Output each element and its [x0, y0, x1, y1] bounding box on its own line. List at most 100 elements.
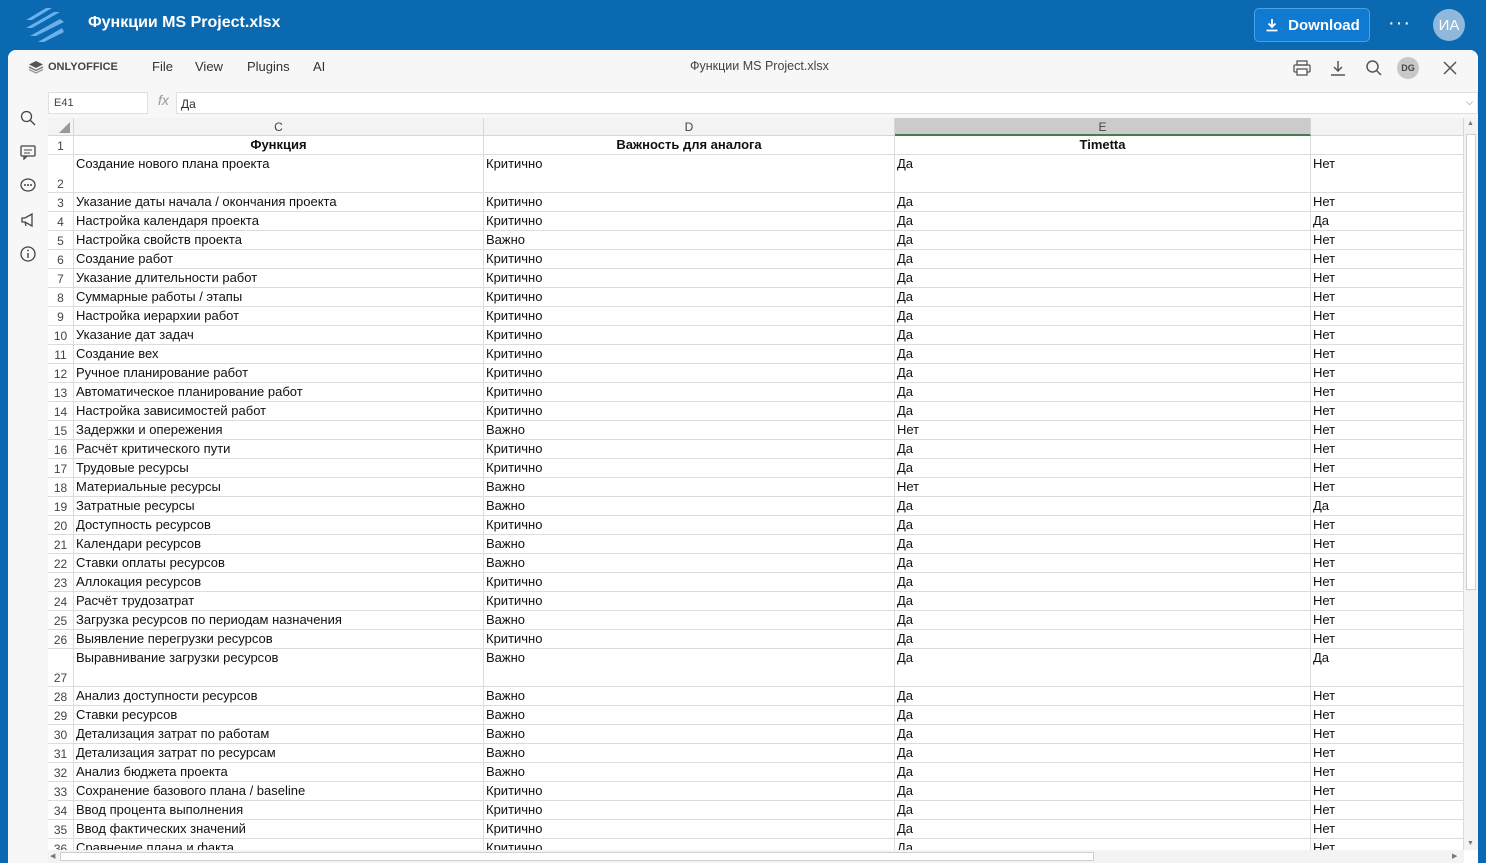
cell-function[interactable]: Затратные ресурсы	[74, 497, 484, 515]
cell-f[interactable]: Нет	[1311, 440, 1464, 458]
cell-importance[interactable]: Критично	[484, 459, 895, 477]
cell-f[interactable]: Да	[1311, 212, 1464, 230]
cell-function[interactable]: Ставки ресурсов	[74, 706, 484, 724]
vertical-scroll-thumb[interactable]	[1466, 134, 1476, 590]
cell-function[interactable]: Выявление перегрузки ресурсов	[74, 630, 484, 648]
cell-timetta[interactable]: Да	[895, 630, 1311, 648]
cell-function[interactable]: Выравнивание загрузки ресурсов	[74, 649, 484, 686]
cell-f[interactable]: Нет	[1311, 250, 1464, 268]
cell-function[interactable]: Создание работ	[74, 250, 484, 268]
cell-importance[interactable]: Важно	[484, 744, 895, 762]
row-number[interactable]: 18	[48, 478, 74, 496]
cell-importance[interactable]: Критично	[484, 364, 895, 382]
cell-timetta[interactable]: Да	[895, 402, 1311, 420]
cell-importance[interactable]: Критично	[484, 307, 895, 325]
search-icon[interactable]	[18, 108, 38, 128]
cell-importance[interactable]: Критично	[484, 193, 895, 211]
row-number[interactable]: 32	[48, 763, 74, 781]
row-number[interactable]: 16	[48, 440, 74, 458]
cell-importance[interactable]: Важно	[484, 687, 895, 705]
row-number[interactable]: 13	[48, 383, 74, 401]
cell-function[interactable]: Календари ресурсов	[74, 535, 484, 553]
cell-timetta[interactable]: Да	[895, 155, 1311, 192]
cell-importance[interactable]: Критично	[484, 573, 895, 591]
cell-importance[interactable]: Критично	[484, 212, 895, 230]
cell-importance[interactable]: Критично	[484, 820, 895, 838]
cell-timetta[interactable]: Да	[895, 516, 1311, 534]
cell-f[interactable]: Нет	[1311, 611, 1464, 629]
app-logo-icon[interactable]	[24, 6, 66, 44]
more-options-button[interactable]: ···	[1388, 12, 1411, 35]
cell-importance[interactable]: Критично	[484, 383, 895, 401]
row-number[interactable]: 12	[48, 364, 74, 382]
cell-f[interactable]: Нет	[1311, 763, 1464, 781]
cell-importance[interactable]: Важно	[484, 706, 895, 724]
row-number[interactable]: 7	[48, 269, 74, 287]
row-number[interactable]: 9	[48, 307, 74, 325]
cell-f[interactable]: Нет	[1311, 592, 1464, 610]
cell-function[interactable]: Анализ доступности ресурсов	[74, 687, 484, 705]
cell-function[interactable]: Автоматическое планирование работ	[74, 383, 484, 401]
cell-f[interactable]: Нет	[1311, 345, 1464, 363]
cell-timetta[interactable]: Да	[895, 763, 1311, 781]
cell-function[interactable]: Ввод фактических значений	[74, 820, 484, 838]
cell-f[interactable]: Нет	[1311, 402, 1464, 420]
cell-timetta[interactable]: Да	[895, 193, 1311, 211]
row-number[interactable]: 33	[48, 782, 74, 800]
cell-importance[interactable]: Критично	[484, 402, 895, 420]
cell-f[interactable]: Да	[1311, 649, 1464, 686]
cell-f[interactable]: Нет	[1311, 630, 1464, 648]
cell-function[interactable]: Настройка зависимостей работ	[74, 402, 484, 420]
cell-function[interactable]: Ставки оплаты ресурсов	[74, 554, 484, 572]
cell-f[interactable]: Нет	[1311, 459, 1464, 477]
cell-timetta[interactable]: Да	[895, 288, 1311, 306]
cell-importance[interactable]: Важно	[484, 725, 895, 743]
cell-f[interactable]: Нет	[1311, 269, 1464, 287]
cell-timetta[interactable]: Да	[895, 459, 1311, 477]
row-number[interactable]: 29	[48, 706, 74, 724]
row-number[interactable]: 22	[48, 554, 74, 572]
cell-importance[interactable]: Критично	[484, 155, 895, 192]
cell-importance[interactable]: Важно	[484, 535, 895, 553]
cell-timetta[interactable]: Да	[895, 687, 1311, 705]
cell-importance[interactable]: Критично	[484, 345, 895, 363]
spreadsheet-grid[interactable]: C D E 1 Функция Важность для аналога Tim…	[48, 118, 1464, 863]
cell-function[interactable]: Сохранение базового плана / baseline	[74, 782, 484, 800]
scroll-left-icon[interactable]: ◀	[50, 852, 55, 860]
cell-f[interactable]: Нет	[1311, 687, 1464, 705]
expand-formula-icon[interactable]: ⌵	[1466, 97, 1473, 108]
row-number[interactable]: 20	[48, 516, 74, 534]
cell-timetta[interactable]: Да	[895, 440, 1311, 458]
function-icon[interactable]: fx	[158, 92, 169, 108]
cell-timetta[interactable]: Да	[895, 592, 1311, 610]
menu-view[interactable]: View	[195, 59, 223, 74]
cell-timetta[interactable]: Да	[895, 345, 1311, 363]
cell-f[interactable]: Нет	[1311, 288, 1464, 306]
cell-timetta[interactable]: Да	[895, 573, 1311, 591]
cell-timetta[interactable]: Да	[895, 706, 1311, 724]
cell-function[interactable]: Детализация затрат по работам	[74, 725, 484, 743]
column-header-f[interactable]	[1311, 118, 1464, 136]
cell-f[interactable]: Нет	[1311, 364, 1464, 382]
cell-timetta[interactable]: Да	[895, 307, 1311, 325]
cell-function[interactable]: Создание вех	[74, 345, 484, 363]
cell-function[interactable]: Детализация затрат по ресурсам	[74, 744, 484, 762]
cell-function[interactable]: Создание нового плана проекта	[74, 155, 484, 192]
cell-importance[interactable]: Важно	[484, 421, 895, 439]
cell-function[interactable]: Расчёт критического пути	[74, 440, 484, 458]
row-number[interactable]: 3	[48, 193, 74, 211]
cell-f[interactable]: Нет	[1311, 554, 1464, 572]
header-cell-function[interactable]: Функция	[74, 136, 484, 154]
cell-f[interactable]: Нет	[1311, 155, 1464, 192]
user-badge[interactable]: DG	[1397, 57, 1419, 79]
row-number[interactable]: 15	[48, 421, 74, 439]
header-cell-importance[interactable]: Важность для аналога	[484, 136, 895, 154]
cell-timetta[interactable]: Да	[895, 725, 1311, 743]
download-button[interactable]: Download	[1254, 8, 1370, 42]
cell-f[interactable]: Нет	[1311, 820, 1464, 838]
cell-timetta[interactable]: Да	[895, 269, 1311, 287]
cell-timetta[interactable]: Да	[895, 535, 1311, 553]
cell-importance[interactable]: Критично	[484, 440, 895, 458]
cell-f[interactable]: Нет	[1311, 231, 1464, 249]
cell-timetta[interactable]: Да	[895, 212, 1311, 230]
